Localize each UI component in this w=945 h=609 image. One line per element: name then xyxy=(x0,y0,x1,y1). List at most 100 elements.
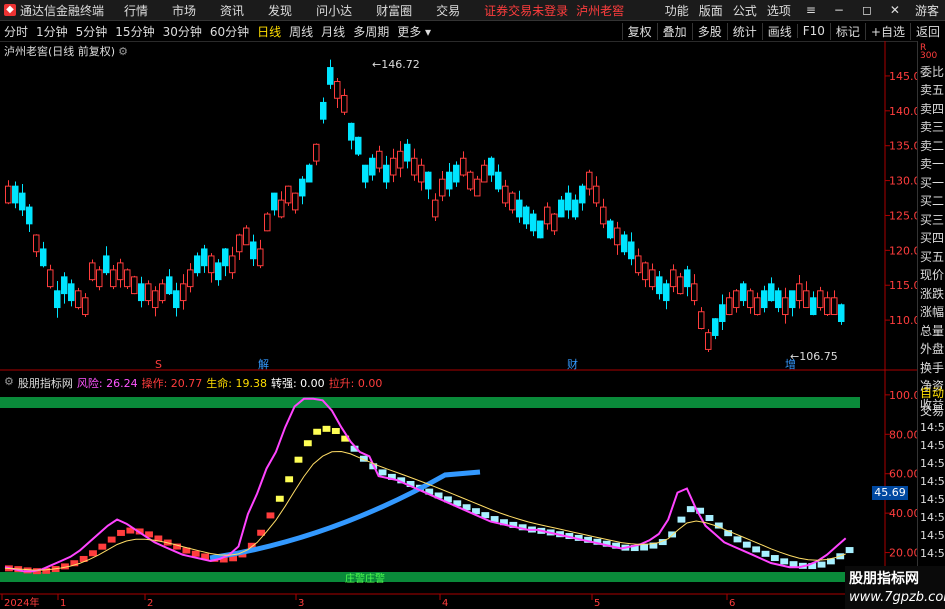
candle-body[interactable] xyxy=(642,262,649,281)
candle-body[interactable] xyxy=(131,276,138,295)
quote-field[interactable]: 卖五 xyxy=(920,83,944,97)
quote-field[interactable]: 卖四 xyxy=(920,102,944,116)
event-marker[interactable]: S xyxy=(155,358,162,371)
quote-field[interactable]: 14:56 xyxy=(920,475,945,489)
candle-body[interactable] xyxy=(593,185,600,204)
candle-body[interactable] xyxy=(19,192,26,211)
candle-body[interactable] xyxy=(397,150,404,169)
quote-field[interactable]: 300 xyxy=(920,49,937,63)
candle-body[interactable] xyxy=(96,269,103,288)
candle-body[interactable] xyxy=(425,171,432,190)
candle-body[interactable] xyxy=(621,234,628,253)
candle-body[interactable] xyxy=(467,171,474,190)
candle-body[interactable] xyxy=(215,262,222,281)
gear-icon[interactable]: ⚙ xyxy=(118,45,128,58)
candle-body[interactable] xyxy=(740,283,747,302)
candle-body[interactable] xyxy=(663,283,670,302)
candle-body[interactable] xyxy=(579,185,586,204)
quote-field[interactable]: 换手 xyxy=(920,361,944,375)
candle-body[interactable] xyxy=(110,269,117,288)
candle-body[interactable] xyxy=(89,262,96,281)
candle-body[interactable] xyxy=(768,283,775,302)
candle-body[interactable] xyxy=(649,269,656,288)
quote-field[interactable]: 14:56 xyxy=(920,511,945,525)
candle-body[interactable] xyxy=(607,220,614,239)
candle-body[interactable] xyxy=(194,255,201,274)
candle-body[interactable] xyxy=(712,318,719,336)
quote-field[interactable]: 外盘 xyxy=(920,342,944,356)
candle-body[interactable] xyxy=(82,297,89,316)
candle-body[interactable] xyxy=(831,297,838,316)
candle-body[interactable] xyxy=(61,276,68,295)
candle-body[interactable] xyxy=(614,227,621,246)
candle-body[interactable] xyxy=(404,143,411,162)
candle-body[interactable] xyxy=(446,171,453,190)
quote-field[interactable]: 现价 xyxy=(920,268,944,282)
candle-body[interactable] xyxy=(530,213,537,232)
candle-body[interactable] xyxy=(558,199,565,218)
candle-body[interactable] xyxy=(47,269,54,288)
candle-body[interactable] xyxy=(824,297,831,316)
candle-body[interactable] xyxy=(243,227,250,246)
candle-body[interactable] xyxy=(418,164,425,183)
quote-field[interactable]: 买五 xyxy=(920,250,944,264)
candle-body[interactable] xyxy=(355,136,362,155)
candle-body[interactable] xyxy=(264,213,271,232)
quote-field[interactable]: 总量 xyxy=(920,324,944,338)
candle-body[interactable] xyxy=(656,276,663,295)
candle-body[interactable] xyxy=(698,311,705,329)
candle-body[interactable] xyxy=(453,164,460,183)
candle-body[interactable] xyxy=(775,290,782,309)
candle-body[interactable] xyxy=(586,171,593,190)
kline-chart[interactable]: 145.0 140.0 135.0 130.0 125.0 120.0 115.0 110.0… xyxy=(0,0,945,609)
candle-body[interactable] xyxy=(180,283,187,302)
candle-body[interactable] xyxy=(502,185,509,204)
quote-field[interactable]: 14:56 xyxy=(920,457,945,471)
candle-body[interactable] xyxy=(362,164,369,183)
quote-field[interactable]: 买一 xyxy=(920,176,944,190)
quote-field[interactable]: 卖一 xyxy=(920,157,944,171)
candle-body[interactable] xyxy=(103,255,110,274)
candle-body[interactable] xyxy=(390,157,397,176)
candle-body[interactable] xyxy=(369,157,376,176)
quote-field[interactable]: 买三 xyxy=(920,213,944,227)
candle-body[interactable] xyxy=(250,241,257,260)
candle-body[interactable] xyxy=(257,248,264,267)
candle-body[interactable] xyxy=(145,283,152,302)
candle-body[interactable] xyxy=(838,304,845,323)
event-marker[interactable]: 解 xyxy=(258,357,269,371)
quote-field[interactable]: 14:56 xyxy=(920,529,945,543)
candle-body[interactable] xyxy=(495,171,502,190)
candle-body[interactable] xyxy=(432,199,439,218)
candle-body[interactable] xyxy=(159,283,166,302)
candle-body[interactable] xyxy=(68,283,75,302)
candle-body[interactable] xyxy=(313,143,320,162)
candle-body[interactable] xyxy=(138,283,145,302)
event-marker[interactable]: 增 xyxy=(785,357,796,371)
quote-field[interactable]: 自动 xyxy=(920,386,944,400)
candle-body[interactable] xyxy=(782,297,789,316)
quote-field[interactable]: 委比 xyxy=(920,65,944,79)
candle-body[interactable] xyxy=(803,290,810,309)
candle-body[interactable] xyxy=(817,290,824,309)
quote-field[interactable]: 买二 xyxy=(920,194,944,208)
candle-body[interactable] xyxy=(635,255,642,274)
candle-body[interactable] xyxy=(628,241,635,260)
candle-body[interactable] xyxy=(208,255,215,274)
candle-body[interactable] xyxy=(537,220,544,239)
candle-body[interactable] xyxy=(320,101,327,120)
candle-body[interactable] xyxy=(152,290,159,309)
quote-field[interactable]: 涨跌 xyxy=(920,287,944,301)
candle-body[interactable] xyxy=(439,178,446,197)
candle-body[interactable] xyxy=(341,94,348,113)
candle-body[interactable] xyxy=(383,164,390,183)
candle-body[interactable] xyxy=(516,199,523,218)
candle-body[interactable] xyxy=(810,297,817,316)
candle-body[interactable] xyxy=(348,122,355,141)
candle-body[interactable] xyxy=(411,157,418,176)
candle-body[interactable] xyxy=(705,332,712,350)
candle-body[interactable] xyxy=(299,178,306,197)
candle-body[interactable] xyxy=(684,269,691,288)
candle-body[interactable] xyxy=(754,297,761,316)
candle-body[interactable] xyxy=(474,178,481,197)
